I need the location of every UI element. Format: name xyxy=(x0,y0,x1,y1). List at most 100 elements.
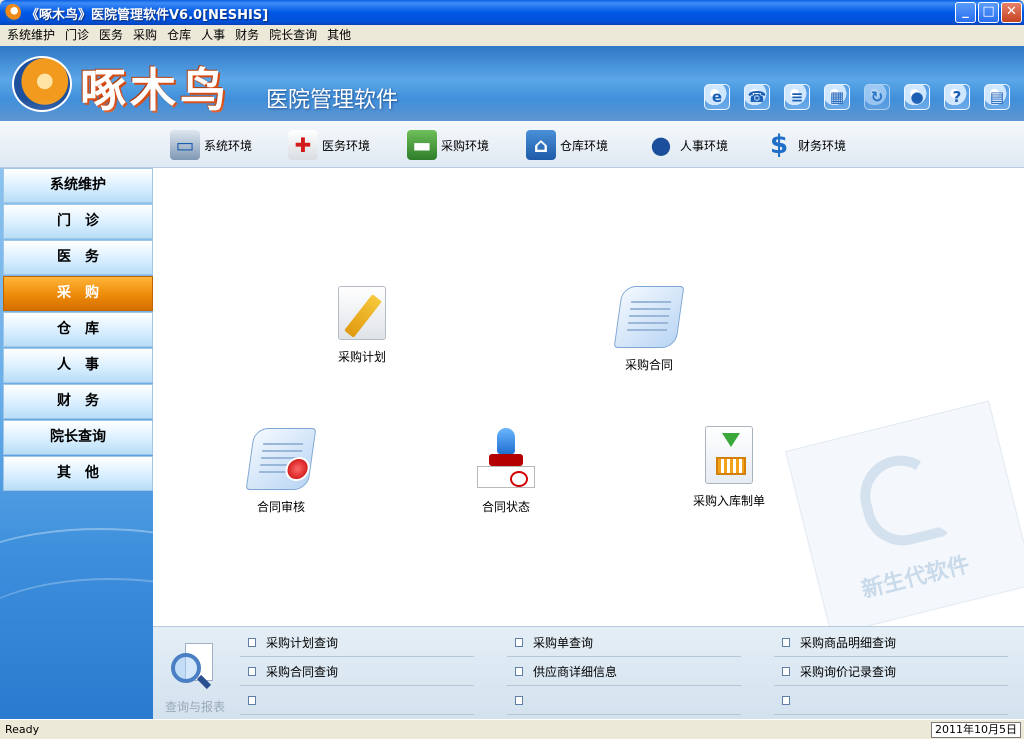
doc-bullet-icon xyxy=(782,638,790,647)
doc-bullet-icon xyxy=(782,667,790,676)
query-link-label: 采购询价记录查询 xyxy=(800,665,897,679)
logo-icon xyxy=(12,56,72,112)
query-link-label: 供应商详细信息 xyxy=(533,665,618,679)
close-button[interactable]: ✕ xyxy=(1001,2,1022,23)
feature-purchase-plan[interactable]: 采购计划 xyxy=(302,286,422,365)
warehouse-icon: ⌂ xyxy=(526,130,556,160)
stamped-paper-icon xyxy=(477,466,535,488)
query-report-label: 查询与报表 xyxy=(165,700,226,714)
title-bar: 《啄木鸟》医院管理软件V6.0[NESHIS] _ □ ✕ xyxy=(0,0,1024,25)
menu-finance[interactable]: 财务 xyxy=(230,25,264,46)
feature-purchase-contract[interactable]: 采购合同 xyxy=(589,286,709,373)
status-text: Ready xyxy=(5,723,40,736)
watermark-shape-icon xyxy=(851,447,952,554)
query-link[interactable]: 供应商详细信息 xyxy=(507,658,741,686)
contract-scroll-icon xyxy=(613,286,685,348)
query-link[interactable]: 采购单查询 xyxy=(507,629,741,657)
sidebar-item-finance[interactable]: 财 务 xyxy=(3,384,153,419)
notepad-icon[interactable]: ≡ xyxy=(784,84,810,110)
menu-system[interactable]: 系统维护 xyxy=(2,25,60,46)
feature-label: 采购合同 xyxy=(624,358,673,372)
ie-icon[interactable]: e xyxy=(704,84,730,110)
header-banner: 啄木鸟 医院管理软件 e ☎ ≡ ▦ ↻ ● ? ▤ xyxy=(0,46,1024,121)
sidebar-item-director-query[interactable]: 院长查询 xyxy=(3,420,153,455)
help-icon[interactable]: ? xyxy=(944,84,970,110)
menu-warehouse[interactable]: 仓库 xyxy=(162,25,196,46)
menu-bar: 系统维护 门诊 医务 采购 仓库 人事 财务 院长查询 其他 xyxy=(0,25,1024,46)
doc-bullet-icon xyxy=(248,667,256,676)
doc-bullet-icon xyxy=(782,696,790,705)
menu-medical[interactable]: 医务 xyxy=(94,25,128,46)
stamp-base-icon xyxy=(489,454,523,466)
sidebar-item-personnel[interactable]: 人 事 xyxy=(3,348,153,383)
monitor-icon: ▭ xyxy=(170,130,200,160)
refresh-icon[interactable]: ↻ xyxy=(864,84,890,110)
sidebar-item-system[interactable]: 系统维护 xyxy=(3,168,153,203)
sidebar-item-medical[interactable]: 医 务 xyxy=(3,240,153,275)
env-finance[interactable]: $ 财务环境 xyxy=(764,129,846,161)
sidebar-item-purchase[interactable]: 采 购 xyxy=(3,276,153,311)
sidebar-item-warehouse[interactable]: 仓 库 xyxy=(3,312,153,347)
stamp-icon xyxy=(475,428,537,490)
sidebar-item-outpatient[interactable]: 门 诊 xyxy=(3,204,153,239)
feature-label: 合同状态 xyxy=(481,500,530,514)
environment-bar: ▭ 系统环境 ✚ 医务环境 ▬ 采购环境 ⌂ 仓库环境 ● 人事环境 $ 财务环… xyxy=(0,121,1024,168)
phone-icon[interactable]: ☎ xyxy=(744,84,770,110)
env-medical[interactable]: ✚ 医务环境 xyxy=(288,129,370,161)
feature-purchase-stockin[interactable]: 采购入库制单 xyxy=(669,426,789,509)
query-link[interactable]: 采购商品明细查询 xyxy=(774,629,1008,657)
env-purchase[interactable]: ▬ 采购环境 xyxy=(407,129,489,161)
env-warehouse[interactable]: ⌂ 仓库环境 xyxy=(526,129,608,161)
feature-label: 合同审核 xyxy=(256,500,305,514)
feature-contract-review[interactable]: 合同审核 xyxy=(221,428,341,515)
env-system[interactable]: ▭ 系统环境 xyxy=(170,129,252,161)
plan-pencil-icon xyxy=(338,286,386,340)
doc-bullet-icon xyxy=(248,638,256,647)
query-link[interactable]: 采购询价记录查询 xyxy=(774,658,1008,686)
ambulance-icon: ✚ xyxy=(288,130,318,160)
window-title: 《啄木鸟》医院管理软件V6.0[NESHIS] xyxy=(26,8,269,23)
menu-outpatient[interactable]: 门诊 xyxy=(60,25,94,46)
menu-purchase[interactable]: 采购 xyxy=(128,25,162,46)
query-link[interactable] xyxy=(774,687,1008,715)
env-personnel-label: 人事环境 xyxy=(680,138,729,153)
sidebar: 系统维护 门 诊 医 务 采 购 仓 库 人 事 财 务 院长查询 其 他 xyxy=(0,168,153,719)
env-system-label: 系统环境 xyxy=(204,138,253,153)
status-date: 2011年10月5日 xyxy=(931,722,1021,738)
doc-bullet-icon xyxy=(515,696,523,705)
sidebar-item-other[interactable]: 其 他 xyxy=(3,456,153,491)
doc-bullet-icon xyxy=(515,667,523,676)
query-link-label: 采购单查询 xyxy=(533,636,594,650)
feature-contract-status[interactable]: 合同状态 xyxy=(446,428,566,515)
query-report-panel: 查询与报表 采购计划查询 采购单查询 采购商品明细查询 采购合同查询 供应商详细… xyxy=(153,626,1024,719)
query-link[interactable] xyxy=(507,687,741,715)
books-icon[interactable]: ▤ xyxy=(984,84,1010,110)
status-bar: Ready 2011年10月5日 xyxy=(0,719,1024,739)
stamp-handle-icon xyxy=(497,428,515,454)
app-icon[interactable] xyxy=(4,4,21,21)
query-link-label: 采购计划查询 xyxy=(266,636,339,650)
query-link[interactable]: 采购合同查询 xyxy=(240,658,474,686)
feature-label: 采购计划 xyxy=(337,350,386,364)
truck-icon: ▬ xyxy=(407,130,437,160)
env-warehouse-label: 仓库环境 xyxy=(560,138,609,153)
maximize-button[interactable]: □ xyxy=(978,2,999,23)
doc-bullet-icon xyxy=(515,638,523,647)
menu-director-query[interactable]: 院长查询 xyxy=(264,25,322,46)
query-link-label: 采购商品明细查询 xyxy=(800,636,897,650)
query-link[interactable] xyxy=(240,687,474,715)
main-panel: 新生代软件 采购计划 采购合同 合同审核 合同状态 采购入库制单 xyxy=(153,168,1024,626)
env-purchase-label: 采购环境 xyxy=(441,138,490,153)
menu-other[interactable]: 其他 xyxy=(322,25,356,46)
env-personnel[interactable]: ● 人事环境 xyxy=(646,129,729,161)
contract-seal-icon xyxy=(245,428,317,490)
calculator-icon[interactable]: ▦ xyxy=(824,84,850,110)
query-link[interactable]: 采购计划查询 xyxy=(240,629,474,657)
minimize-button[interactable]: _ xyxy=(955,2,976,23)
person-icon: ● xyxy=(650,131,672,159)
chat-icon[interactable]: ● xyxy=(904,84,930,110)
menu-personnel[interactable]: 人事 xyxy=(196,25,230,46)
env-finance-label: 财务环境 xyxy=(798,138,847,153)
cart-download-icon xyxy=(705,426,753,484)
app-subtitle: 医院管理软件 xyxy=(266,88,399,113)
